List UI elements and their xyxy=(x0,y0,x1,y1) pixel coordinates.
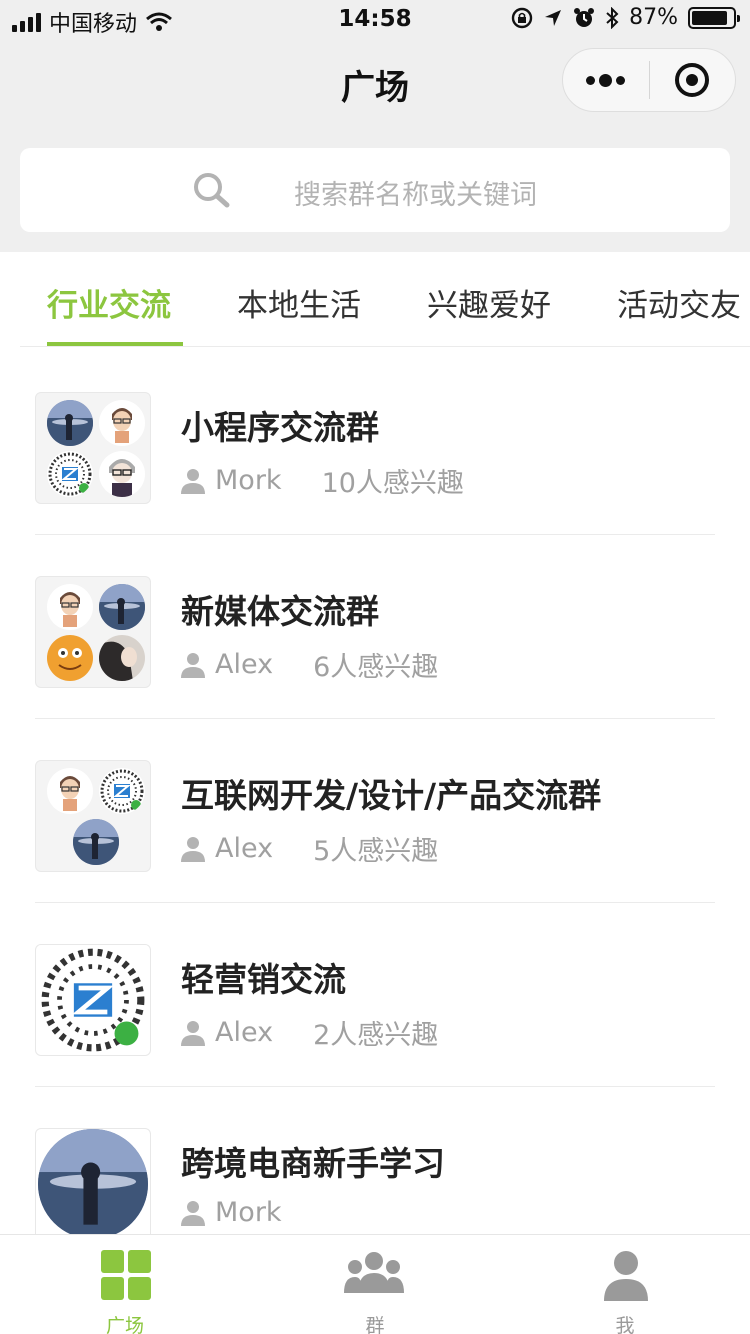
interest-count: 10人感兴趣 xyxy=(321,468,464,499)
battery-fill xyxy=(692,10,727,25)
group-avatar xyxy=(35,1128,151,1234)
group-owner: Mork xyxy=(215,465,282,496)
user-icon xyxy=(181,836,205,862)
group-owner: Alex xyxy=(215,833,274,864)
qr-code-avatar xyxy=(38,945,148,1055)
tabbar-groups[interactable]: 群 xyxy=(250,1235,500,1334)
member-avatar xyxy=(47,635,93,681)
bottom-tab-bar: 广场 群 我 xyxy=(0,1234,750,1334)
group-meta: Alex 6人感兴趣 xyxy=(181,645,438,684)
group-meta: Mork xyxy=(181,1197,322,1228)
group-list: 小程序交流群 Mork 10人感兴趣 新媒体交流群 Alex 6人感兴趣 互联网… xyxy=(0,347,750,1234)
list-item[interactable]: 小程序交流群 Mork 10人感兴趣 xyxy=(35,351,715,535)
group-title: 小程序交流群 xyxy=(181,408,379,447)
user-icon xyxy=(181,468,205,494)
interest-count: 5人感兴趣 xyxy=(313,836,439,867)
group-avatar xyxy=(35,944,151,1056)
member-avatar xyxy=(73,819,119,865)
group-owner: Alex xyxy=(215,649,274,680)
user-icon xyxy=(181,652,205,678)
list-item[interactable]: 互联网开发/设计/产品交流群 Alex 5人感兴趣 xyxy=(35,719,715,903)
target-icon xyxy=(675,63,710,97)
group-title: 新媒体交流群 xyxy=(181,592,379,631)
group-meta: Alex 5人感兴趣 xyxy=(181,829,438,868)
mini-program-capsule xyxy=(562,48,736,112)
group-owner: Alex xyxy=(215,1017,274,1048)
tabbar-square[interactable]: 广场 xyxy=(0,1235,250,1334)
tab-hobbies[interactable]: 兴趣爱好 xyxy=(427,280,551,325)
list-item[interactable]: 轻营销交流 Alex 2人感兴趣 xyxy=(35,903,715,1087)
member-avatar xyxy=(47,400,93,446)
battery-icon xyxy=(688,6,740,29)
tabbar-label: 广场 xyxy=(105,1315,144,1334)
list-item[interactable]: 跨境电商新手学习 Mork xyxy=(35,1087,715,1234)
interest-count: 2人感兴趣 xyxy=(313,1020,439,1051)
bluetooth-icon xyxy=(606,6,619,29)
group-avatar xyxy=(35,576,151,688)
tabbar-me[interactable]: 我 xyxy=(500,1235,750,1334)
member-avatar xyxy=(99,635,145,681)
group-title: 跨境电商新手学习 xyxy=(181,1144,445,1183)
battery-percent: 87% xyxy=(629,5,678,30)
group-title: 互联网开发/设计/产品交流群 xyxy=(181,776,602,815)
status-bar: 中国移动 14:58 87% xyxy=(0,0,750,40)
tabbar-label: 群 xyxy=(365,1315,385,1334)
group-title: 轻营销交流 xyxy=(181,960,346,999)
nav-bar: 广场 xyxy=(0,40,750,128)
tab-industry[interactable]: 行业交流 xyxy=(47,280,171,325)
search-area: 搜索群名称或关键词 xyxy=(0,128,750,252)
more-dots-icon xyxy=(586,73,626,87)
more-button[interactable] xyxy=(563,49,649,111)
tab-local-life[interactable]: 本地生活 xyxy=(237,280,361,325)
group-meta: Mork 10人感兴趣 xyxy=(181,461,464,500)
search-icon xyxy=(194,173,230,208)
search-placeholder: 搜索群名称或关键词 xyxy=(294,180,537,211)
user-icon xyxy=(181,1200,205,1226)
close-button[interactable] xyxy=(650,49,736,111)
member-avatar xyxy=(99,451,145,497)
member-avatar xyxy=(99,584,145,630)
user-icon xyxy=(181,1020,205,1046)
status-right: 87% xyxy=(511,5,740,30)
group-owner: Mork xyxy=(215,1197,282,1228)
member-avatar xyxy=(47,451,93,497)
member-avatar xyxy=(99,768,145,814)
category-tabs: 行业交流 本地生活 兴趣爱好 活动交友 xyxy=(0,252,750,346)
rotation-lock-icon xyxy=(511,7,533,28)
user-icon xyxy=(604,1251,648,1301)
member-avatar xyxy=(99,400,145,446)
group-icon xyxy=(344,1252,404,1293)
grid-icon xyxy=(101,1250,151,1300)
member-avatar xyxy=(47,584,93,630)
sea-photo-avatar xyxy=(38,1129,148,1234)
interest-count: 6人感兴趣 xyxy=(313,652,439,683)
tabbar-label: 我 xyxy=(615,1315,635,1334)
search-input[interactable]: 搜索群名称或关键词 xyxy=(20,148,730,232)
group-meta: Alex 2人感兴趣 xyxy=(181,1013,438,1052)
list-item[interactable]: 新媒体交流群 Alex 6人感兴趣 xyxy=(35,535,715,719)
member-avatar xyxy=(47,768,93,814)
alarm-icon xyxy=(574,7,595,27)
group-avatar xyxy=(35,392,151,504)
location-icon xyxy=(545,9,562,26)
tab-activities[interactable]: 活动交友 xyxy=(617,280,741,325)
group-avatar xyxy=(35,760,151,872)
